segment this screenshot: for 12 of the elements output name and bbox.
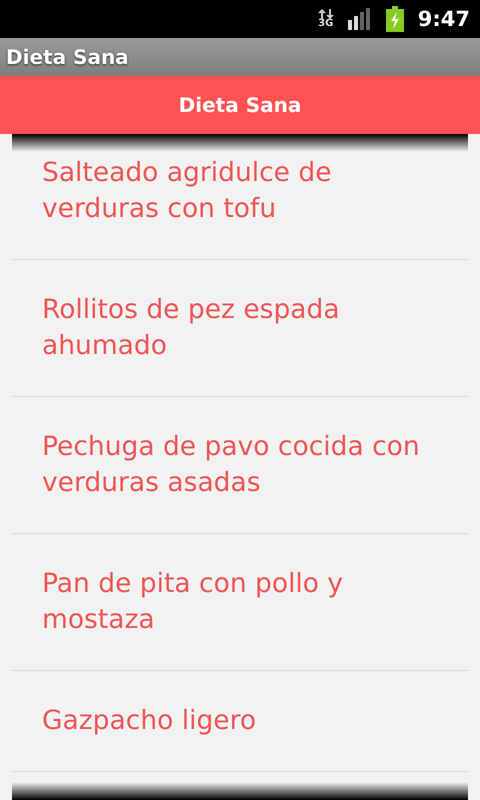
recipe-item[interactable]: Pechuga de pavo cocida con verduras asadas — [12, 397, 468, 534]
clock: 9:47 — [418, 7, 470, 31]
header-title: Dieta Sana — [178, 93, 302, 117]
recipe-item[interactable]: Rollitos de pez espada ahumado — [12, 260, 468, 397]
signal-icon — [348, 8, 372, 30]
battery-charging-icon — [386, 6, 404, 32]
recipe-item[interactable]: Salteado agridulce de verduras con tofu — [12, 134, 468, 260]
window-title: Dieta Sana — [6, 45, 129, 69]
recipe-item[interactable]: Gazpacho ligero — [12, 671, 468, 772]
recipe-item[interactable]: Pan de pita con pollo y mostaza — [12, 534, 468, 671]
data-arrows-icon — [318, 9, 334, 19]
network-type: 3G — [318, 19, 334, 29]
